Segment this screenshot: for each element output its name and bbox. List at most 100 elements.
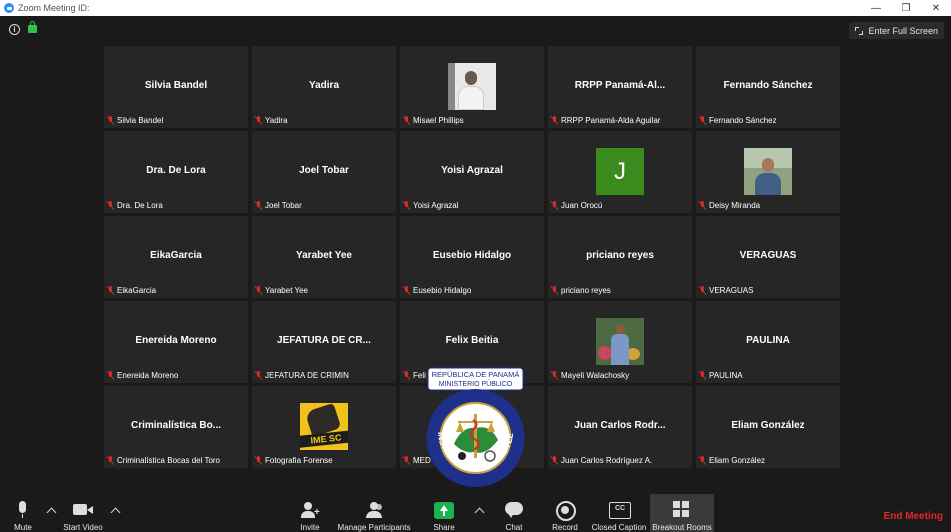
participant-name-text: Mayeli Walachosky	[561, 371, 630, 380]
record-button[interactable]: Record	[548, 494, 582, 532]
muted-microphone-icon	[551, 201, 558, 210]
participant-name-label: Mayeli Walachosky	[551, 370, 629, 381]
participant-tile[interactable]: Deisy Miranda	[696, 131, 840, 213]
participant-name-text: Eusebio Hidalgo	[413, 286, 472, 295]
end-meeting-button[interactable]: End Meeting	[884, 511, 943, 522]
participant-tile[interactable]: IME SC Fotografia Forense	[252, 386, 396, 468]
muted-microphone-icon	[255, 201, 262, 210]
participant-name-label: Fotografia Forense	[255, 455, 333, 466]
participant-tile[interactable]: RRPP Panamá-Al... RRPP Panamá-Alda Aguila…	[548, 46, 692, 128]
minimize-button[interactable]: —	[861, 0, 891, 16]
participant-name-label: Yadira	[255, 115, 288, 126]
participant-tile[interactable]: Yarabet Yee Yarabet Yee	[252, 216, 396, 298]
participant-tile[interactable]: Fernando Sánchez Fernando Sánchez	[696, 46, 840, 128]
participant-tile[interactable]: Yoisi Agrazal Yoisi Agrazal	[400, 131, 544, 213]
audio-options-caret-icon[interactable]	[46, 507, 57, 518]
muted-microphone-icon	[403, 456, 410, 465]
participant-tile[interactable]: Eliam González Eliam González	[696, 386, 840, 468]
muted-microphone-icon	[255, 456, 262, 465]
participant-name-text: Deisy Miranda	[709, 201, 761, 210]
record-icon	[555, 501, 576, 521]
participant-name-text: Yadira	[265, 116, 288, 125]
meeting-info-icon[interactable]: i	[9, 24, 20, 35]
participant-tile[interactable]: VERAGUAS VERAGUAS	[696, 216, 840, 298]
muted-microphone-icon	[403, 286, 410, 295]
participant-display-name: Silvia Bandel	[144, 80, 208, 91]
participant-tile[interactable]: Joel Tobar Joel Tobar	[252, 131, 396, 213]
participant-name-label: PAULINA	[699, 370, 743, 381]
participant-name-text: priciano reyes	[561, 286, 611, 295]
participant-name-label: priciano reyes	[551, 285, 611, 296]
muted-microphone-icon	[255, 286, 262, 295]
participant-tile[interactable]: Misael Phillips	[400, 46, 544, 128]
participant-tile[interactable]: EikaGarcia EikaGarcia	[104, 216, 248, 298]
participant-display-name: EikaGarcia	[150, 250, 202, 261]
participant-display-name: RRPP Panamá-Al...	[574, 80, 666, 91]
invite-label: Invite	[300, 523, 320, 532]
breakout-rooms-button[interactable]: Breakout Rooms	[650, 494, 714, 532]
muted-microphone-icon	[403, 201, 410, 210]
participant-name-text: Eliam González	[709, 456, 766, 465]
participant-name-label: Fernando Sánchez	[699, 115, 777, 126]
restore-button[interactable]: ❐	[891, 0, 921, 16]
participant-tile[interactable]: Eusebio Hidalgo Eusebio Hidalgo	[400, 216, 544, 298]
participant-name-label: Misael Phillips	[403, 115, 464, 126]
muted-microphone-icon	[551, 116, 558, 125]
participant-tile[interactable]: priciano reyes priciano reyes	[548, 216, 692, 298]
participant-tile[interactable]: Juan Carlos Rodr... Juan Carlos Rodríguez…	[548, 386, 692, 468]
start-video-button[interactable]: Start Video	[60, 494, 106, 532]
share-options-caret-icon[interactable]	[474, 507, 485, 518]
close-button[interactable]: ✕	[921, 0, 951, 16]
participant-name-label: Dra. De Lora	[107, 200, 163, 211]
participant-tile[interactable]: Silvia Bandel Silvia Bandel	[104, 46, 248, 128]
invite-button[interactable]: + Invite	[294, 494, 326, 532]
participant-name-label: Enereida Moreno	[107, 370, 178, 381]
participant-name-label: Silvia Bandel	[107, 115, 163, 126]
breakout-rooms-label: Breakout Rooms	[652, 523, 712, 532]
share-button[interactable]: Share	[430, 494, 458, 532]
participant-name-text: JEFATURA DE CRIMIN	[265, 371, 349, 380]
participant-display-name: Eusebio Hidalgo	[432, 250, 512, 261]
enter-full-screen-button[interactable]: Enter Full Screen	[849, 22, 944, 39]
participant-tile[interactable]: Enereida Moreno Enereida Moreno	[104, 301, 248, 383]
participant-tile[interactable]: Mayeli Walachosky	[548, 301, 692, 383]
chat-bubble-icon	[504, 501, 524, 519]
avatar: IME SC	[300, 403, 348, 450]
manage-participants-label: Manage Participants	[337, 523, 411, 532]
participant-name-text: Juan Carlos Rodríguez A.	[561, 456, 653, 465]
encryption-lock-icon[interactable]	[28, 21, 37, 33]
start-video-label: Start Video	[63, 523, 103, 532]
mute-button[interactable]: Mute	[6, 494, 40, 532]
participant-tile[interactable]: Yadira Yadira	[252, 46, 396, 128]
invite-user-icon: +	[300, 501, 320, 519]
participant-display-name: VERAGUAS	[739, 250, 797, 261]
participant-display-name: Joel Tobar	[299, 165, 349, 176]
manage-participants-button[interactable]: Manage Participants	[334, 494, 414, 532]
meeting-top-bar: i Enter Full Screen	[0, 16, 951, 44]
participant-tile[interactable]: PAULINA PAULINA	[696, 301, 840, 383]
closed-caption-icon	[609, 501, 631, 519]
participant-tile[interactable]: JEFATURA DE CR... JEFATURA DE CRIMIN	[252, 301, 396, 383]
avatar	[448, 63, 496, 110]
avatar: J	[596, 148, 644, 195]
video-options-caret-icon[interactable]	[110, 507, 121, 518]
participant-name-label: VERAGUAS	[699, 285, 753, 296]
participant-display-name: Juan Carlos Rodr...	[574, 420, 666, 431]
participant-tile[interactable]: Dra. De Lora Dra. De Lora	[104, 131, 248, 213]
chat-button[interactable]: Chat	[500, 494, 528, 532]
participant-tile[interactable]: Criminalística Bo... Criminalística Bocas…	[104, 386, 248, 468]
participant-name-label: Deisy Miranda	[699, 200, 760, 211]
participant-display-name: Yoisi Agrazal	[441, 165, 503, 176]
fullscreen-label: Enter Full Screen	[868, 25, 938, 36]
participant-name-label: Feli	[403, 370, 426, 381]
participant-name-label: JEFATURA DE CRIMIN	[255, 370, 349, 381]
muted-microphone-icon	[107, 286, 114, 295]
closed-caption-button[interactable]: Closed Caption	[590, 494, 648, 532]
participant-display-name: PAULINA	[746, 335, 790, 346]
participant-display-name: Yarabet Yee	[296, 250, 352, 261]
avatar	[596, 318, 644, 365]
muted-microphone-icon	[403, 116, 410, 125]
participant-display-name: Fernando Sánchez	[723, 80, 813, 91]
participant-tile[interactable]: J Juan Orocú	[548, 131, 692, 213]
participant-name-text: Yoisi Agrazal	[413, 201, 459, 210]
